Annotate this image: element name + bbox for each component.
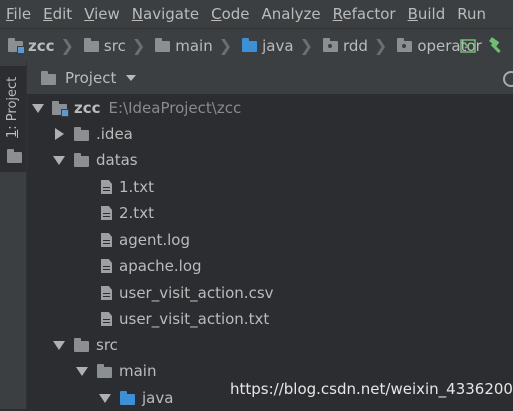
project-panel-header: Project (27, 62, 513, 94)
tree-node-datas[interactable]: datas (53, 147, 138, 173)
source-folder-icon (120, 390, 135, 405)
expand-arrow-icon[interactable] (53, 340, 65, 350)
expand-arrow-icon[interactable] (76, 366, 88, 376)
text-file-icon (101, 259, 112, 273)
toolbar-actions (457, 29, 513, 62)
text-file-icon (101, 206, 112, 220)
breadcrumb-separator-icon: ❯ (373, 36, 388, 55)
folder-icon (74, 152, 89, 167)
text-file-icon (101, 233, 112, 247)
module-folder-icon (52, 100, 69, 117)
folder-icon (41, 70, 56, 85)
module-path: E:\IdeaProject\zcc (108, 99, 242, 117)
breadcrumb-separator-icon: ❯ (218, 36, 233, 55)
menu-navigate[interactable]: Navigate (126, 5, 205, 23)
project-tool-window-tab[interactable]: 1: Project (0, 66, 26, 172)
text-file-icon (101, 312, 112, 326)
menu-view[interactable]: View (78, 5, 126, 23)
gear-icon[interactable] (503, 71, 513, 87)
tree-node-src[interactable]: src (53, 332, 118, 358)
tree-node-zcc[interactable]: zcc E:\IdeaProject\zcc (32, 95, 241, 121)
tree-node-idea[interactable]: .idea (55, 121, 133, 147)
expand-arrow-icon[interactable] (53, 155, 65, 165)
expand-arrow-icon[interactable] (99, 393, 111, 403)
source-folder-icon (242, 38, 258, 52)
breadcrumb-rdd[interactable]: rdd (322, 37, 368, 55)
folder-icon (155, 38, 171, 52)
hammer-icon (489, 36, 501, 53)
breadcrumb-separator-icon: ❯ (131, 36, 146, 55)
tree-file[interactable]: 1.txt (101, 174, 154, 200)
menu-run[interactable]: Run (451, 5, 492, 23)
terminal-icon (460, 38, 476, 53)
watermark-url: https://blog.csdn.net/weixin_43362002 (230, 380, 513, 398)
text-file-icon (101, 180, 112, 194)
tree-node-main[interactable]: main (76, 358, 156, 384)
package-icon (322, 38, 338, 52)
project-tab-label: 1: Project (5, 76, 20, 138)
folder-icon (74, 337, 89, 352)
expand-arrow-icon[interactable] (32, 103, 44, 113)
navigation-bar: zcc ❯ src ❯ main ❯ java ❯ rdd ❯ operator (0, 28, 513, 63)
breadcrumb-main[interactable]: main (155, 37, 213, 55)
text-file-icon (101, 286, 112, 300)
menu-refactor[interactable]: Refactor (327, 5, 402, 23)
folder-icon (7, 149, 22, 163)
tree-file[interactable]: user_visit_action.txt (101, 306, 269, 332)
menu-build[interactable]: Build (402, 5, 452, 23)
tree-file[interactable]: 2.txt (101, 200, 154, 226)
chevron-down-icon[interactable] (126, 75, 137, 81)
breadcrumb-src[interactable]: src (83, 37, 126, 55)
tree-file[interactable]: user_visit_action.csv (101, 280, 274, 306)
folder-icon (74, 126, 89, 141)
module-folder-icon (8, 38, 25, 54)
collapse-arrow-icon[interactable] (55, 128, 64, 140)
menu-file[interactable]: File (0, 5, 37, 23)
breadcrumb-java[interactable]: java (242, 37, 294, 55)
folder-icon (83, 38, 99, 52)
breadcrumb-separator-icon: ❯ (299, 36, 313, 55)
folder-icon (97, 363, 112, 378)
tree-node-java[interactable]: java (99, 385, 173, 411)
menu-bar: File Edit View Navigate Code Analyze Ref… (0, 0, 513, 28)
breadcrumb-separator-icon: ❯ (60, 36, 74, 55)
breadcrumb-zcc[interactable]: zcc (8, 37, 55, 55)
package-icon (397, 38, 413, 52)
left-tool-strip: 1: Project (0, 62, 27, 409)
run-configuration-button[interactable] (457, 35, 479, 57)
build-button[interactable] (485, 35, 507, 57)
menu-edit[interactable]: Edit (37, 5, 78, 23)
tree-file[interactable]: apache.log (101, 253, 202, 279)
menu-analyze[interactable]: Analyze (256, 5, 327, 23)
tree-file[interactable]: agent.log (101, 227, 190, 253)
panel-title[interactable]: Project (65, 69, 116, 87)
menu-code[interactable]: Code (205, 5, 255, 23)
